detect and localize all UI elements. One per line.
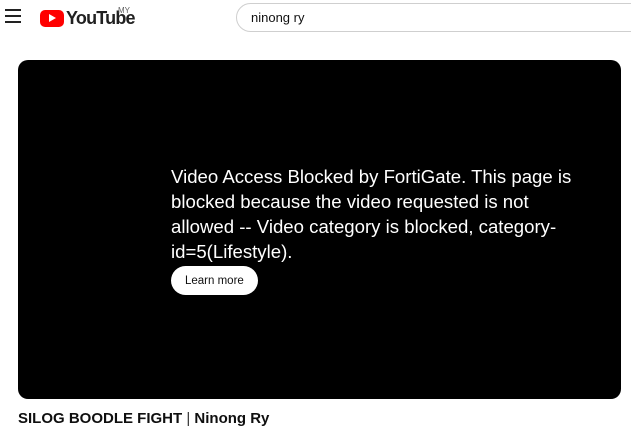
menu-icon[interactable] bbox=[5, 9, 23, 25]
search-value: ninong ry bbox=[251, 10, 305, 25]
learn-more-button[interactable]: Learn more bbox=[171, 266, 258, 295]
blocked-message: Video Access Blocked by FortiGate. This … bbox=[171, 166, 572, 262]
video-player[interactable]: Video Access Blocked by FortiGate. This … bbox=[18, 60, 621, 399]
video-title-channel: Ninong Ry bbox=[194, 410, 270, 427]
video-title-main: SILOG BOODLE FIGHT bbox=[18, 410, 183, 427]
top-bar: YouTube MY ninong ry bbox=[0, 0, 631, 36]
video-title: SILOG BOODLE FIGHT | Ninong Ry bbox=[18, 410, 269, 427]
search-input[interactable]: ninong ry bbox=[236, 3, 631, 32]
youtube-logo-icon bbox=[40, 9, 64, 27]
country-code: MY bbox=[118, 6, 130, 15]
title-separator: | bbox=[182, 410, 195, 427]
